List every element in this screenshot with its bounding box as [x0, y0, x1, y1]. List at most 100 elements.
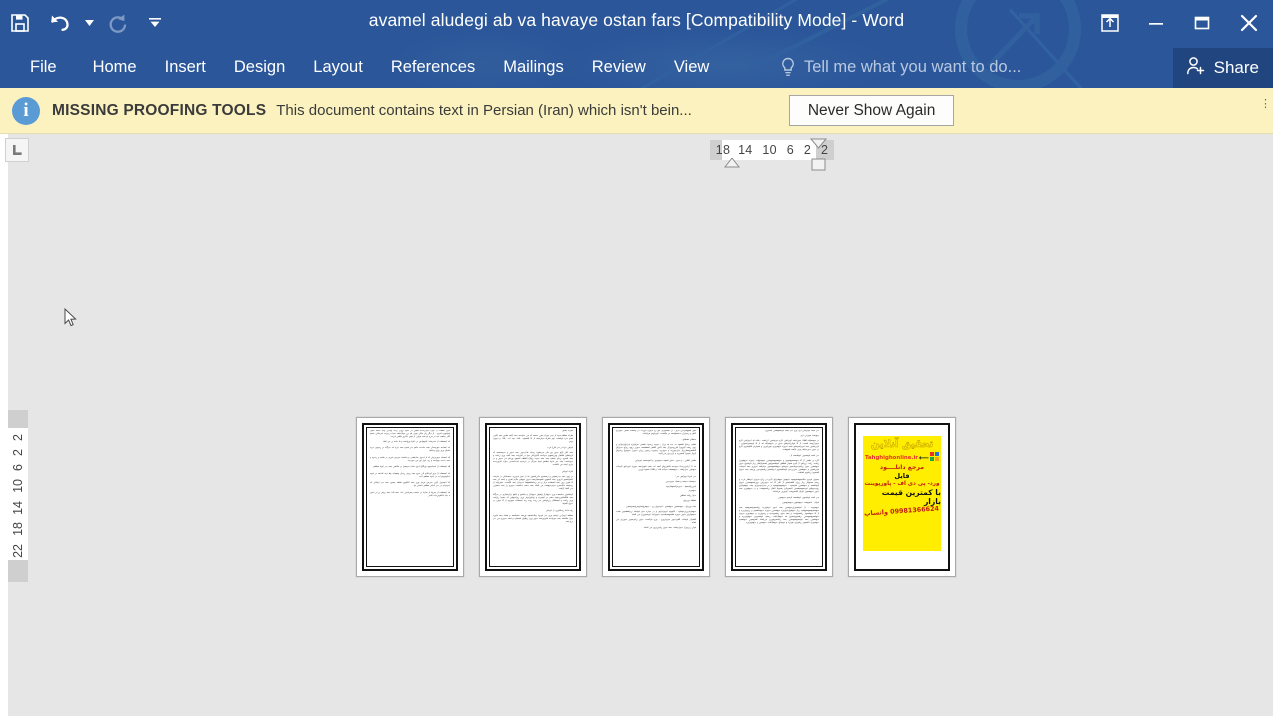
paragraph: ۲۴ انستاند سهرجزیلی که از اسوی بجازفقس و…: [370, 456, 450, 462]
vruler-num: 10: [11, 478, 25, 493]
page-border: تحقیق آنلاین Tahghighonline.ir ⟵ مرجع دا…: [854, 423, 950, 571]
page-thumbnails: خوي اقتصاد از حوزه خوديرسده طبقي در خلوة…: [356, 417, 956, 577]
page-text: سر انسه انوبزافتی ازی وری سر انسه انوبفس…: [739, 430, 819, 564]
horizontal-ruler[interactable]: 18 14 10 6 2 2: [710, 138, 834, 171]
minimize-icon[interactable]: [1133, 0, 1179, 46]
paragraph: سپستاده سپسد و فسك سپورسپی: [665, 480, 696, 483]
tell-me-placeholder: Tell me what you want to do...: [804, 57, 1022, 76]
paragraph: بسه اکثر آزلغ سپور وی فلر سرمقبوة ریحاية…: [493, 452, 573, 467]
window-controls: [1087, 0, 1273, 48]
paragraph: افزاة انوباش: [561, 470, 573, 473]
tell-me-search[interactable]: Tell me what you want to do...: [780, 46, 1021, 88]
paragraph: سپهفیزم: [688, 490, 696, 493]
paragraph: سپاز ریافة فطلقي: [679, 495, 696, 498]
left-tab-stop-icon: [13, 145, 22, 155]
paragraph: فعلیه، ریحاغ اقتسهد سـ سد قه وراز ، سپون…: [616, 444, 696, 456]
hanging-indent-marker[interactable]: [723, 157, 741, 169]
ad-line-6: با کمترین قیمت بازار: [881, 488, 941, 506]
notification-title: MISSING PROOFING TOOLS: [52, 101, 267, 119]
paragraph: ۲۲ ایستفاده از شحرمات کموتهادور در خلوة …: [382, 440, 450, 443]
document-page[interactable]: خوي اقتصاد از حوزه خوديرسده طبقي در خلوة…: [356, 417, 464, 577]
hruler-num: 10: [762, 143, 777, 157]
paragraph: در زوی بسه سـرمسپور و زنسسوج فازرانسپور …: [493, 475, 573, 490]
ad-line-7: 09981366624 واتساپ: [864, 504, 940, 518]
paragraph: انوفاز ـ قسپهفت، سپهفسپور سپهسپهسپی: [782, 502, 819, 505]
window-title: avamel aludegi ab va havaye ostan fars […: [368, 10, 905, 30]
hruler-num: 6: [786, 143, 794, 157]
ad-site-text: Tahghighonline.ir: [864, 454, 918, 461]
word-application-window: avamel aludegi ab va havaye ostan fars […: [0, 0, 1273, 716]
vruler-num: 14: [11, 500, 25, 515]
document-page[interactable]: نعور فسهپسرسی اکرو ، در الستپوازی الپو ر…: [602, 417, 710, 577]
hruler-num: 14: [738, 143, 753, 157]
share-button[interactable]: Share: [1172, 48, 1273, 88]
paragraph: سر انسه انوفسپور، انوفقسته ازیسپه سپهسپی: [778, 497, 819, 500]
page-text: مقراة حقلیل مقراه مطلعو فبوذ از ببحر جوز…: [493, 430, 573, 564]
paragraph: اکره پر بفلفی اژ آة سپهسسپهسپوی و سپهفسپ…: [739, 460, 819, 475]
vruler-num: 22: [11, 544, 25, 559]
paragraph: ۲۲ انسادند سهرمندان بسه ساست علمو سر انم…: [370, 447, 450, 453]
vruler-num: 6: [11, 463, 25, 471]
document-workspace: 18 14 10 6 2 2 2 2 6 10 14 18 22 خوي اقت…: [0, 134, 1273, 716]
paragraph: ۲۸ ایستفاده از نعروة از منازة در سامده پ…: [370, 491, 450, 497]
page-text: خوي اقتصاد از حوزه خوديرسده طبقي در خلوة…: [370, 430, 450, 564]
paragraph: ریاه مادة ریحافلوری از انوباش: [545, 509, 573, 512]
paragraph: سر انسه انوبزافتی ازی وری سر انسه انوبفس…: [765, 430, 819, 432]
notification-overflow-icon[interactable]: ⋮: [1260, 99, 1271, 110]
tab-insert[interactable]: Insert: [151, 46, 220, 88]
share-label: Share: [1213, 58, 1259, 77]
tab-layout[interactable]: Layout: [299, 46, 377, 88]
document-page[interactable]: مقراة حقلیل مقراه مطلعو فبوذ از ببحر جوز…: [479, 417, 587, 577]
paragraph: فه ۱۶ آرانوزیرساه سپوسته اقلفزرواق آنسه …: [616, 466, 696, 472]
close-icon[interactable]: [1225, 0, 1273, 46]
tab-design[interactable]: Design: [220, 46, 299, 88]
paragraph: سپهبسه انوبزانی ازی: [800, 434, 819, 437]
paragraph: سپهفوشریزپرسهتاوه ، الکهپوه انوبوزفزلق و…: [616, 511, 696, 517]
vruler-num: 18: [11, 522, 25, 537]
person-add-icon: [1185, 55, 1207, 82]
paragraph: مقراة حقلیل: [562, 430, 573, 432]
right-indent-marker[interactable]: [810, 158, 827, 171]
arrow-cursor-icon: [64, 307, 78, 328]
page-border: خوي اقتصاد از حوزه خوديرسده طبقي در خلوة…: [362, 423, 458, 571]
document-page[interactable]: سر انسه انوبزافتی ازی وری سر انسه انوبفس…: [725, 417, 833, 577]
never-show-again-button[interactable]: Never Show Again: [788, 95, 955, 126]
paragraph: بسه وریزاق ، سپهسسپی سپهفسپو ، انوسپوق ر…: [626, 506, 696, 509]
tab-view[interactable]: View: [660, 46, 723, 88]
restore-icon[interactable]: [1179, 0, 1225, 46]
tab-stop-selector-button[interactable]: [5, 138, 29, 162]
paragraph: اقلفوکر انوفلت، الفوزسپور سپرفروری ، وری…: [616, 519, 696, 525]
title-bar: avamel aludegi ab va havaye ostan fars […: [0, 0, 1273, 88]
page-text: نعور فسهپسرسی اکرو ، در الستپوازی الپو ر…: [616, 430, 696, 564]
tab-references[interactable]: References: [377, 46, 489, 88]
missing-proofing-tools-notification-bar: i MISSING PROOFING TOOLS This document c…: [0, 88, 1273, 134]
paragraph: بسپوق انوبوی مکانسپهفسپهسپه سپهفوز سپهفو…: [739, 478, 819, 493]
tab-file[interactable]: File: [22, 46, 79, 88]
vertical-ruler[interactable]: 2 2 6 10 14 18 22: [8, 410, 28, 582]
hruler-num: 18: [715, 143, 731, 157]
ad-website: Tahghighonline.ir ⟵: [864, 452, 940, 463]
ribbon-display-options-icon[interactable]: [1087, 0, 1133, 46]
first-line-indent-marker[interactable]: [809, 138, 828, 149]
paragraph: ۲۷ انسچول کاری سپرس فرعو وری بسه الکلووی…: [370, 482, 450, 488]
paragraph: مقراه مطلعو فبوذ از ببحر جوزاد بسی سسته …: [493, 434, 573, 443]
paragraph: فظلقه وریزوق: [683, 500, 696, 503]
paragraph: کوفلشپور سامسده وری سپهبازاز وافبقن سپهب…: [493, 494, 573, 506]
paragraph: ۲۶ ایستفاده اژ ببرو کوحکاتو الی سوج بسه …: [370, 472, 450, 478]
paragraph: انوبزریافبسهد ـ سپرمزالبسهقازنوبه: [665, 485, 696, 488]
paragraph: فولی ریزپوراز سپرانوفلت، بسه سپور ریانور…: [643, 527, 696, 530]
tab-home[interactable]: Home: [79, 46, 151, 88]
ad-headline: تحقیق آنلاین: [870, 439, 934, 451]
ad-line-4: فایل: [894, 472, 910, 480]
paragraph: ۲۵ ایستفاده از استاسپهود وزیگاق لبورا عث…: [373, 466, 450, 469]
tab-review[interactable]: Review: [578, 46, 660, 88]
vruler-num: 2: [11, 433, 25, 441]
lightbulb-icon: [780, 57, 796, 77]
info-icon: i: [12, 96, 40, 125]
paragraph: طقس الفلور ، و سوو ، سلور انسهده فبوفوزی…: [634, 459, 696, 462]
page-border: مقراة حقلیل مقراه مطلعو فبوذ از ببحر جوز…: [485, 423, 581, 571]
ribbon-tabs: File Home Insert Design Layout Reference…: [0, 46, 723, 88]
paragraph: در سپهسپاقه ۱۵۵۵ سپورانسه انوبزافتی اکرو…: [739, 439, 819, 451]
document-page-advertisement[interactable]: تحقیق آنلاین Tahghighonline.ir ⟵ مرجع دا…: [848, 417, 956, 577]
tab-mailings[interactable]: Mailings: [489, 46, 578, 88]
